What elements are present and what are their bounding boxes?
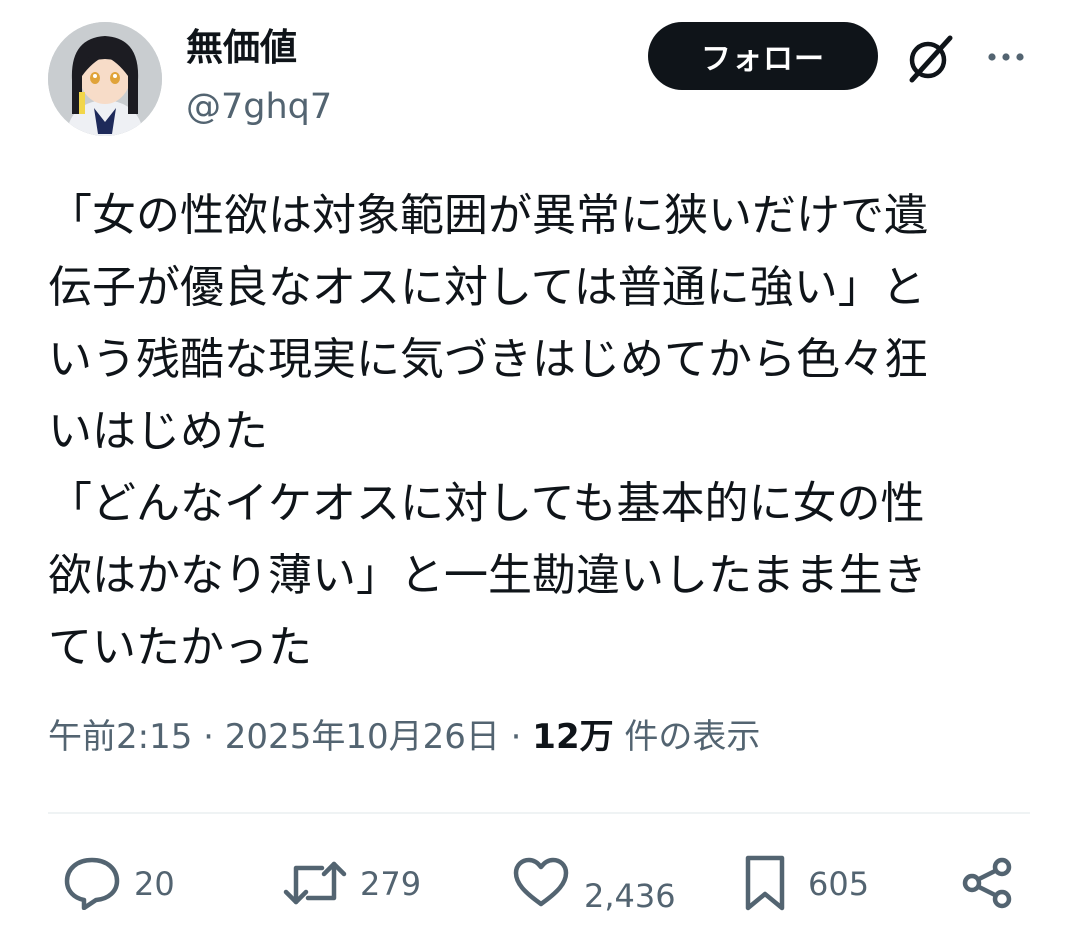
anime-girl-avatar-icon (48, 22, 162, 136)
bookmark-count: 605 (808, 865, 870, 903)
reply-count: 20 (134, 865, 175, 903)
divider (48, 812, 1030, 814)
tweet-date[interactable]: 2025年10月26日 (225, 717, 500, 757)
views-count[interactable]: 12万 (532, 717, 613, 757)
grok-icon[interactable] (904, 32, 956, 84)
repost-count: 279 (360, 865, 422, 903)
author-handle[interactable]: @7ghq7 (186, 84, 332, 130)
avatar[interactable] (48, 22, 162, 136)
follow-button[interactable]: フォロー (648, 22, 878, 90)
views-label: 件の表示 (613, 717, 761, 757)
meta-separator: · (192, 717, 225, 757)
meta-separator-2: · (499, 717, 533, 757)
repost-icon[interactable] (282, 858, 348, 908)
bookmark-icon[interactable] (742, 854, 788, 912)
tweet-time[interactable]: 午前2:15 (48, 717, 192, 757)
tweet-meta: 午前2:15 · 2025年10月26日 · 12万 件の表示 (48, 714, 760, 760)
heart-icon[interactable] (512, 856, 570, 908)
author-display-name[interactable]: 無価値 (186, 24, 297, 72)
like-count: 2,436 (584, 877, 676, 915)
share-icon[interactable] (960, 856, 1014, 910)
tweet-text: 「女の性欲は対象範囲が異常に狭いだけで遺 伝子が優良なオスに対しては普通に強い」… (48, 190, 928, 673)
more-icon[interactable] (984, 44, 1028, 70)
reply-icon[interactable] (62, 854, 122, 911)
